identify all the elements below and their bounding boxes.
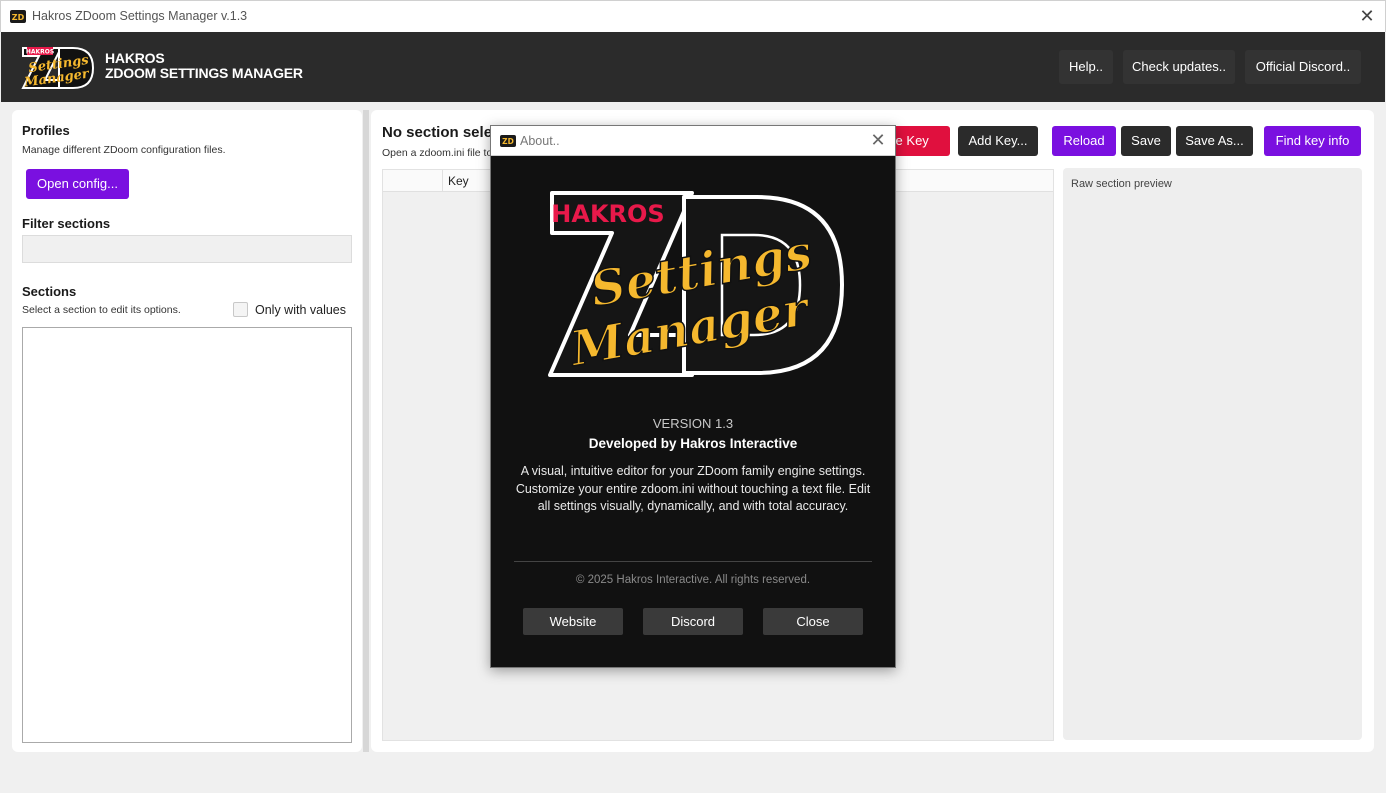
- brand-line-2: ZDOOM SETTINGS MANAGER: [105, 65, 303, 81]
- save-as-button[interactable]: Save As...: [1176, 126, 1253, 156]
- about-close-button[interactable]: Close: [763, 608, 863, 635]
- zd-settings-manager-logo: HAKROS Settings Manager: [548, 191, 844, 379]
- window-title: Hakros ZDoom Settings Manager v.1.3: [32, 9, 248, 23]
- save-button[interactable]: Save: [1121, 126, 1171, 156]
- sections-subtitle: Select a section to edit its options.: [22, 304, 181, 316]
- about-app-icon: ZD: [500, 135, 516, 147]
- only-with-values-checkbox[interactable]: [233, 302, 248, 317]
- reload-button[interactable]: Reload: [1052, 126, 1116, 156]
- about-title: About..: [520, 134, 560, 148]
- panel-splitter[interactable]: [363, 110, 369, 752]
- check-updates-button[interactable]: Check updates..: [1123, 50, 1235, 84]
- window-close-icon[interactable]: ✕: [1355, 5, 1379, 29]
- about-separator: [514, 561, 872, 562]
- window-titlebar: ZD Hakros ZDoom Settings Manager v.1.3 ✕: [0, 0, 1386, 32]
- filter-sections-input[interactable]: [22, 235, 352, 263]
- only-with-values-label[interactable]: Only with values: [255, 303, 346, 317]
- website-button[interactable]: Website: [523, 608, 623, 635]
- filter-sections-title: Filter sections: [22, 216, 111, 231]
- left-panel: Profiles Manage different ZDoom configur…: [12, 110, 362, 752]
- about-copyright: © 2025 Hakros Interactive. All rights re…: [575, 574, 811, 586]
- about-developer: Developed by Hakros Interactive: [588, 436, 798, 451]
- about-dialog: ZD About.. ✕ HAKROS Settings Manager VER…: [490, 125, 896, 668]
- profiles-title: Profiles: [22, 123, 70, 138]
- profiles-subtitle: Manage different ZDoom configuration fil…: [22, 144, 226, 156]
- about-close-icon[interactable]: ✕: [867, 129, 889, 151]
- open-config-button[interactable]: Open config...: [26, 169, 129, 199]
- app-header: HAKROS Settings Manager HAKROS ZDOOM SET…: [1, 32, 1385, 102]
- raw-section-preview-label: Raw section preview: [1071, 178, 1172, 190]
- brand-line-1: HAKROS: [105, 50, 165, 66]
- grid-row-header-corner: [383, 170, 443, 192]
- about-body: HAKROS Settings Manager VERSION 1.3 Deve…: [492, 157, 894, 667]
- brand-name: HAKROS ZDOOM SETTINGS MANAGER: [105, 51, 303, 81]
- svg-text:HAKROS: HAKROS: [551, 200, 664, 228]
- svg-text:HAKROS: HAKROS: [26, 49, 54, 56]
- app-logo-icon: ZD: [10, 10, 26, 23]
- find-key-info-button[interactable]: Find key info: [1264, 126, 1361, 156]
- brand-logo: HAKROS Settings Manager: [21, 47, 95, 90]
- help-button[interactable]: Help..: [1059, 50, 1113, 84]
- official-discord-button[interactable]: Official Discord..: [1245, 50, 1361, 84]
- sections-title: Sections: [22, 284, 77, 299]
- grid-column-key[interactable]: Key: [448, 174, 469, 188]
- discord-button[interactable]: Discord: [643, 608, 743, 635]
- about-version: VERSION 1.3: [652, 416, 734, 431]
- about-description: A visual, intuitive editor for your ZDoo…: [515, 464, 871, 513]
- about-titlebar: ZD About.. ✕: [491, 126, 895, 156]
- sections-list[interactable]: [22, 327, 352, 743]
- raw-section-preview: Raw section preview: [1063, 168, 1362, 740]
- svg-text:ZD: ZD: [502, 137, 514, 146]
- svg-text:ZD: ZD: [12, 13, 25, 22]
- add-key-button[interactable]: Add Key...: [958, 126, 1038, 156]
